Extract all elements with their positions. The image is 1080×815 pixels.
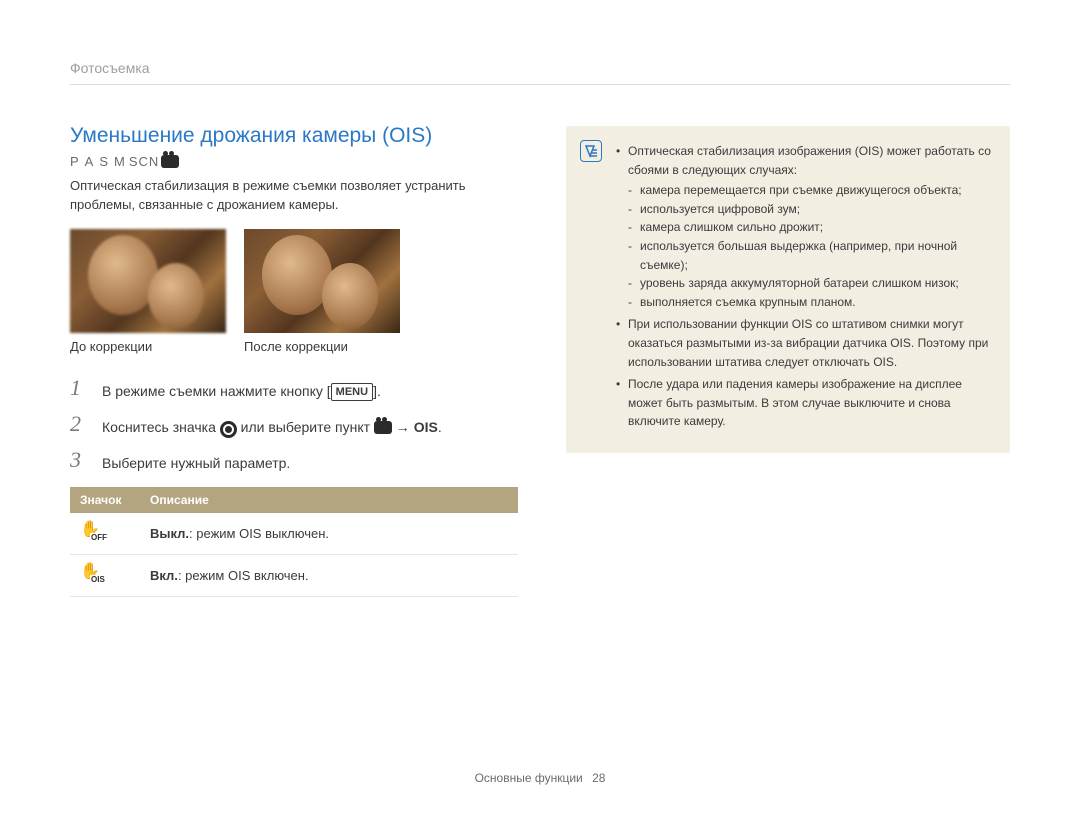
example-after-image	[244, 229, 400, 333]
note-subitem: уровень заряда аккумуляторной батареи сл…	[628, 274, 992, 293]
footer-label: Основные функции	[475, 771, 583, 785]
ois-label: OIS	[414, 419, 438, 435]
text: или выберите пункт	[237, 419, 374, 435]
step-2-text: Коснитесь значка или выберите пункт → OI…	[102, 412, 442, 438]
table-row: OFF Выкл.: режим OIS выключен.	[70, 513, 518, 555]
text: В режиме съемки нажмите кнопку [	[102, 383, 331, 399]
note-box: Оптическая стабилизация изображения (OIS…	[566, 126, 1010, 453]
example-after-caption: После коррекции	[244, 339, 400, 354]
note-item: После удара или падения камеры изображен…	[616, 375, 992, 431]
text: ].	[373, 383, 381, 399]
breadcrumb: Фотосъемка	[70, 60, 150, 76]
step-number: 3	[70, 448, 88, 472]
example-images: До коррекции После коррекции	[70, 229, 518, 354]
step-number: 1	[70, 376, 88, 400]
text-bold: Выкл.	[150, 526, 189, 541]
note-subitem: используется цифровой зум;	[628, 200, 992, 219]
text: : режим OIS включен.	[178, 568, 309, 583]
table-row: OIS Вкл.: режим OIS включен.	[70, 554, 518, 596]
note-subitem: выполняется съемка крупным планом.	[628, 293, 992, 312]
camera-icon	[220, 421, 237, 438]
note-icon	[580, 140, 602, 162]
note-item: Оптическая стабилизация изображения (OIS…	[616, 142, 992, 311]
text: .	[438, 419, 442, 435]
step-number: 2	[70, 412, 88, 436]
mode-s-icon: S	[99, 154, 112, 169]
section-title: Уменьшение дрожания камеры (OIS)	[70, 124, 518, 148]
text-bold: Вкл.	[150, 568, 178, 583]
mode-scn-icon: SCN	[129, 154, 159, 169]
text: Коснитесь значка	[102, 419, 220, 435]
step-3-text: Выберите нужный параметр.	[102, 448, 290, 474]
page-number: 28	[592, 771, 605, 785]
page-footer: Основные функции 28	[0, 771, 1080, 785]
note-subitem: камера слишком сильно дрожит;	[628, 218, 992, 237]
ois-on-icon: OIS	[80, 563, 102, 585]
divider	[70, 84, 1010, 85]
table-cell: Выкл.: режим OIS выключен.	[140, 513, 518, 555]
note-subitem: используется большая выдержка (например,…	[628, 237, 992, 274]
mode-p-icon: P	[70, 154, 83, 169]
text: : режим OIS выключен.	[189, 526, 329, 541]
ois-off-icon: OFF	[80, 521, 102, 543]
table-header-icon: Значок	[70, 487, 140, 513]
mode-a-icon: A	[85, 154, 98, 169]
menu-button-label: MENU	[331, 383, 373, 401]
note-subitem: камера перемещается при съемке движущего…	[628, 181, 992, 200]
mode-video-icon	[161, 155, 179, 168]
video-icon	[374, 421, 392, 434]
intro-text: Оптическая стабилизация в режиме съемки …	[70, 177, 518, 215]
table-header-desc: Описание	[140, 487, 518, 513]
steps-list: 1 В режиме съемки нажмите кнопку [MENU].…	[70, 376, 518, 475]
note-item: При использовании функции OIS со штативо…	[616, 315, 992, 371]
options-table: Значок Описание OFF Выкл.: режим OIS вык…	[70, 487, 518, 597]
icon-sub: OIS	[90, 575, 106, 584]
mode-m-icon: M	[114, 154, 129, 169]
example-before-image	[70, 229, 226, 333]
text: Оптическая стабилизация изображения (OIS…	[628, 144, 991, 177]
text: →	[392, 419, 414, 435]
example-before-caption: До коррекции	[70, 339, 226, 354]
mode-icons-row: P A S M SCN	[70, 154, 518, 169]
step-1-text: В режиме съемки нажмите кнопку [MENU].	[102, 376, 381, 402]
icon-sub: OFF	[90, 533, 108, 542]
table-cell: Вкл.: режим OIS включен.	[140, 554, 518, 596]
